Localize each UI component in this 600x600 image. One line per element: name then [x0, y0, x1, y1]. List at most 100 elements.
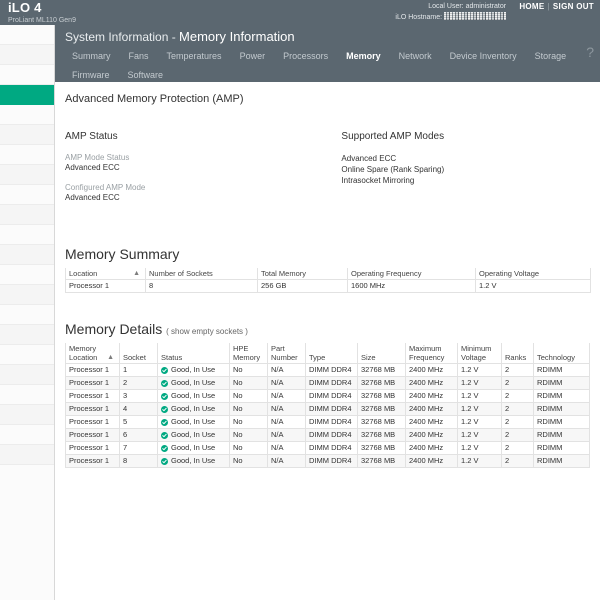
cell-part-number: N/A	[267, 389, 306, 403]
local-user-value: administrator	[465, 3, 507, 10]
table-row[interactable]: Processor 1 6 Good, In Use No N/A DIMM D…	[65, 428, 590, 442]
tab-fans[interactable]: Fans	[120, 47, 158, 66]
col-socket[interactable]: Socket	[119, 343, 158, 364]
tab-storage[interactable]: Storage	[526, 47, 576, 66]
sign-out-link[interactable]: SIGN OUT	[553, 2, 594, 11]
sidebar-item-active[interactable]	[0, 85, 54, 105]
cell-minimum-voltage: 1.2 V	[457, 441, 502, 455]
col-status[interactable]: Status	[157, 343, 230, 364]
cell-part-number: N/A	[267, 441, 306, 455]
table-row[interactable]: Processor 1 2 Good, In Use No N/A DIMM D…	[65, 376, 590, 390]
table-row[interactable]: Processor 1 3 Good, In Use No N/A DIMM D…	[65, 389, 590, 403]
cell-type: DIMM DDR4	[305, 428, 358, 442]
ok-check-icon	[161, 392, 168, 400]
sidebar-item[interactable]	[0, 285, 54, 305]
col-type[interactable]: Type	[305, 343, 358, 364]
sidebar-item[interactable]	[0, 345, 54, 365]
amp-columns: AMP Status AMP Mode Status Advanced ECC …	[65, 105, 590, 202]
table-row[interactable]: Processor 1 7 Good, In Use No N/A DIMM D…	[65, 441, 590, 455]
tab-memory[interactable]: Memory	[337, 47, 390, 66]
sidebar-item[interactable]	[0, 65, 54, 85]
left-sidebar[interactable]	[0, 25, 55, 600]
col-total-memory[interactable]: Total Memory	[257, 268, 348, 280]
sidebar-item[interactable]	[0, 25, 54, 45]
tab-processors[interactable]: Processors	[274, 47, 337, 66]
tab-temperatures[interactable]: Temperatures	[158, 47, 231, 66]
cell-status: Good, In Use	[157, 441, 230, 455]
sidebar-item[interactable]	[0, 405, 54, 425]
sidebar-item[interactable]	[0, 225, 54, 245]
col-hpe-memory[interactable]: HPE Memory	[229, 343, 268, 364]
tab-network[interactable]: Network	[390, 47, 441, 66]
cell-socket: 7	[119, 441, 158, 455]
col-maximum-frequency[interactable]: Maximum Frequency	[405, 343, 458, 364]
sidebar-item[interactable]	[0, 185, 54, 205]
cell-size: 32768 MB	[357, 376, 406, 390]
cell-maximum-frequency: 2400 MHz	[405, 389, 458, 403]
panel-header: System Information - Memory Information …	[55, 25, 600, 82]
table-row[interactable]: Processor 1 8 256 GB 1600 MHz 1.2 V	[65, 279, 591, 293]
col-part-number[interactable]: Part Number	[267, 343, 306, 364]
links-separator: |	[547, 2, 550, 11]
sidebar-item[interactable]	[0, 45, 54, 65]
col-minimum-voltage[interactable]: Minimum Voltage	[457, 343, 502, 364]
sidebar-item[interactable]	[0, 445, 54, 465]
tab-power[interactable]: Power	[231, 47, 275, 66]
table-row[interactable]: Processor 1 8 Good, In Use No N/A DIMM D…	[65, 454, 590, 468]
supported-amp-modes-heading: Supported AMP Modes	[341, 131, 445, 142]
sidebar-item[interactable]	[0, 305, 54, 325]
amp-status-column: AMP Status AMP Mode Status Advanced ECC …	[65, 105, 341, 202]
col-location[interactable]: Location ▲	[65, 268, 146, 280]
col-technology[interactable]: Technology	[533, 343, 590, 364]
hostname-label: iLO Hostname:	[395, 14, 443, 21]
col-number-of-sockets[interactable]: Number of Sockets	[145, 268, 258, 280]
configured-amp-mode-label: Configured AMP Mode	[65, 183, 146, 192]
table-row[interactable]: Processor 1 4 Good, In Use No N/A DIMM D…	[65, 402, 590, 416]
sidebar-item[interactable]	[0, 365, 54, 385]
sidebar-item[interactable]	[0, 245, 54, 265]
amp-mode-status-label: AMP Mode Status	[65, 153, 130, 162]
cell-hpe-memory: No	[229, 454, 268, 468]
show-empty-sockets-link[interactable]: ( show empty sockets )	[166, 327, 248, 336]
ok-check-icon	[161, 366, 168, 374]
cell-type: DIMM DDR4	[305, 389, 358, 403]
cell-type: DIMM DDR4	[305, 363, 358, 377]
col-operating-voltage[interactable]: Operating Voltage	[475, 268, 591, 280]
sidebar-item[interactable]	[0, 205, 54, 225]
home-link[interactable]: HOME	[519, 2, 544, 11]
brand-block: iLO 4 ProLiant ML110 Gen9	[8, 1, 76, 25]
ok-check-icon	[161, 431, 168, 439]
sidebar-item[interactable]	[0, 265, 54, 285]
cell-maximum-frequency: 2400 MHz	[405, 402, 458, 416]
cell-maximum-frequency: 2400 MHz	[405, 415, 458, 429]
sidebar-item[interactable]	[0, 165, 54, 185]
col-ranks[interactable]: Ranks	[501, 343, 534, 364]
cell-status: Good, In Use	[157, 428, 230, 442]
table-row[interactable]: Processor 1 5 Good, In Use No N/A DIMM D…	[65, 415, 590, 429]
tab-device-inventory[interactable]: Device Inventory	[441, 47, 526, 66]
ok-check-icon	[161, 457, 168, 465]
cell-socket: 1	[119, 363, 158, 377]
sidebar-item[interactable]	[0, 425, 54, 445]
cell-memory-location: Processor 1	[65, 376, 120, 390]
cell-ranks: 2	[501, 441, 534, 455]
table-row[interactable]: Processor 1 1 Good, In Use No N/A DIMM D…	[65, 363, 590, 377]
cell-technology: RDIMM	[533, 415, 590, 429]
cell-ranks: 2	[501, 402, 534, 416]
cell-type: DIMM DDR4	[305, 454, 358, 468]
cell-minimum-voltage: 1.2 V	[457, 389, 502, 403]
hostname-redacted-value	[444, 12, 507, 20]
tab-summary[interactable]: Summary	[63, 47, 120, 66]
sidebar-item[interactable]	[0, 105, 54, 125]
sidebar-item[interactable]	[0, 325, 54, 345]
cell-socket: 4	[119, 402, 158, 416]
cell-type: DIMM DDR4	[305, 441, 358, 455]
col-size[interactable]: Size	[357, 343, 406, 364]
col-memory-location[interactable]: Memory Location ▲	[65, 343, 120, 364]
cell-status: Good, In Use	[157, 363, 230, 377]
sidebar-item[interactable]	[0, 145, 54, 165]
col-operating-frequency[interactable]: Operating Frequency	[347, 268, 476, 280]
cell-size: 32768 MB	[357, 428, 406, 442]
sidebar-item[interactable]	[0, 125, 54, 145]
sidebar-item[interactable]	[0, 385, 54, 405]
